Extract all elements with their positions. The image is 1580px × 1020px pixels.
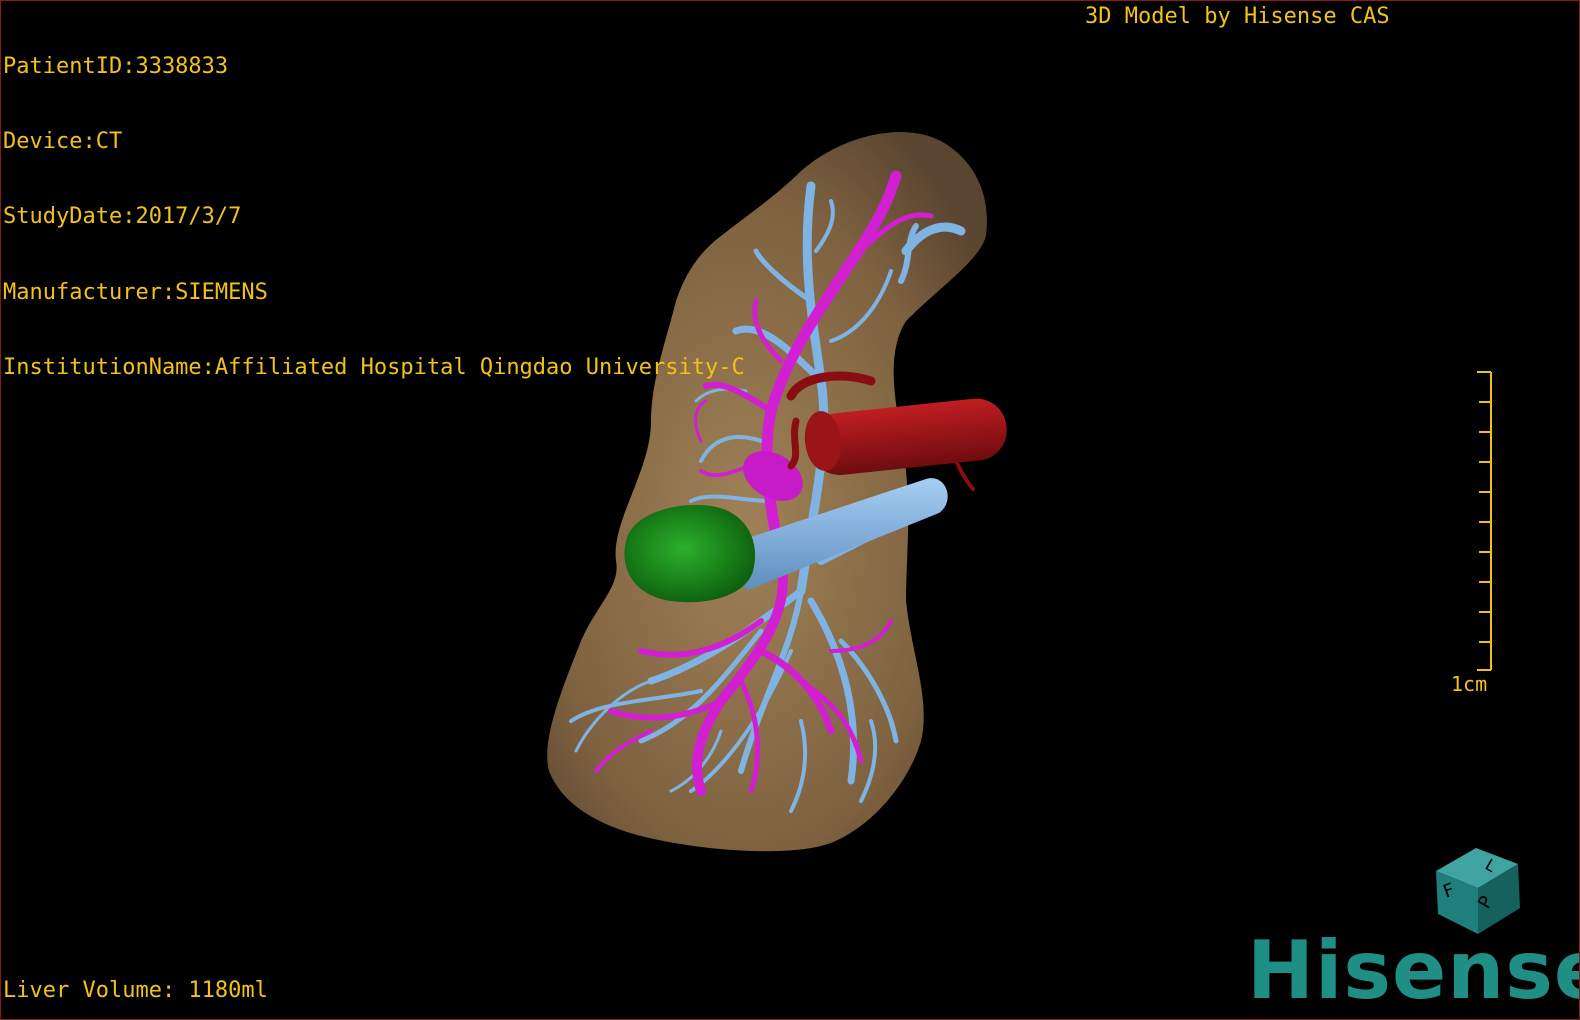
manufacturer-label: Manufacturer:SIEMENS [3, 279, 268, 305]
artery-branch-small [954, 459, 975, 491]
study-date-label: StudyDate:2017/3/7 [3, 204, 242, 230]
scale-bar-label: 1cm [1451, 672, 1488, 696]
institution-label: InstitutionName:Affiliated Hospital Qing… [3, 354, 745, 380]
scale-bar [1477, 371, 1492, 671]
model-credit-label: 3D Model by Hisense CAS [1085, 4, 1390, 29]
patient-id-label: PatientID:3338833 [3, 54, 229, 79]
lesion [624, 505, 756, 603]
artery-branch [787, 417, 800, 470]
dicom-info-overlay: PatientID:3338833 Device:CT StudyDate:20… [3, 4, 745, 430]
hisense-logo: Hisense [1247, 924, 1580, 1017]
3d-viewer[interactable]: PatientID:3338833 Device:CT StudyDate:20… [0, 0, 1580, 1020]
device-label: Device:CT [3, 129, 123, 155]
liver-volume-label: Liver Volume: 1180ml [3, 978, 268, 1003]
orientation-cube[interactable]: F L P [1426, 836, 1526, 936]
